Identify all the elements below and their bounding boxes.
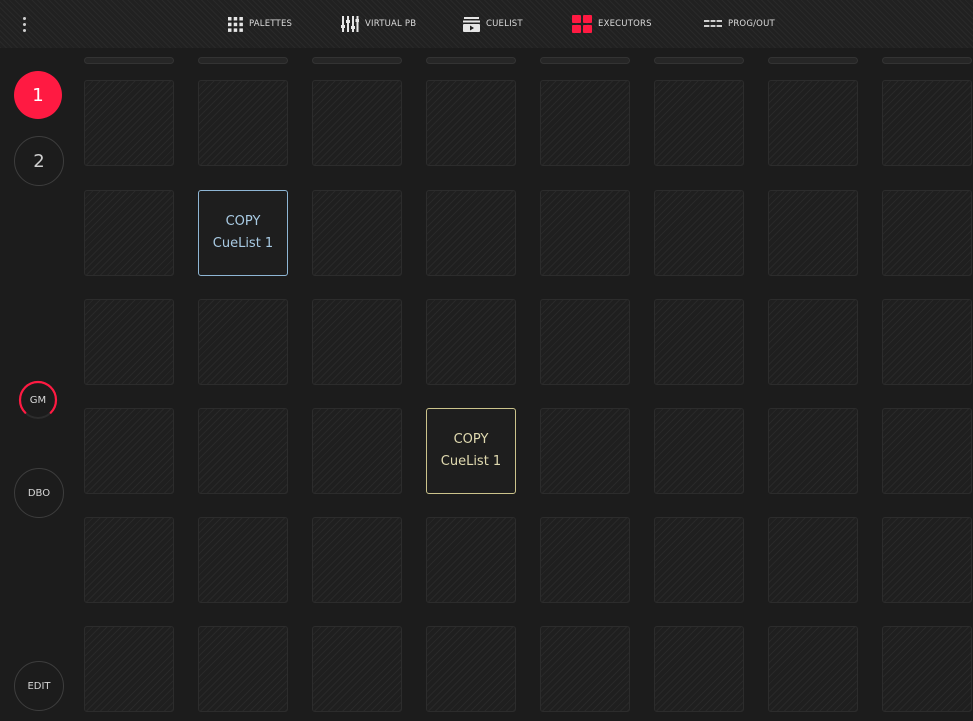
executor-button[interactable] — [198, 80, 288, 166]
page-1-label: 1 — [32, 84, 44, 106]
executor-button[interactable] — [882, 626, 972, 712]
tab-virtual-pb-label: VIRTUAL PB — [365, 19, 417, 29]
executor-button[interactable] — [426, 517, 516, 603]
executor-fader-strip[interactable] — [312, 57, 402, 64]
executor-button-assigned[interactable]: COPY CueList 1 — [198, 190, 288, 276]
executor-button[interactable] — [882, 190, 972, 276]
executor-button[interactable] — [540, 299, 630, 385]
executor-button[interactable] — [84, 408, 174, 494]
top-navigation-bar: PALETTES VIRTUAL PB CUELIST EXECUTORS PR… — [0, 0, 973, 48]
executor-button[interactable] — [84, 299, 174, 385]
executor-fader-strip[interactable] — [654, 57, 744, 64]
executor-button[interactable] — [426, 190, 516, 276]
executor-button[interactable] — [768, 408, 858, 494]
executor-button[interactable] — [312, 626, 402, 712]
executor-button-assigned[interactable]: COPY CueList 1 — [426, 408, 516, 494]
executor-button[interactable] — [768, 299, 858, 385]
executors-screen: PALETTES VIRTUAL PB CUELIST EXECUTORS PR… — [0, 0, 973, 721]
edit-label: EDIT — [27, 680, 51, 692]
page-2-button[interactable]: 2 — [14, 136, 64, 186]
executor-fader-strip[interactable] — [540, 57, 630, 64]
dbo-button[interactable]: DBO — [14, 468, 64, 518]
executor-label-line2: CueList 1 — [440, 454, 502, 469]
executor-button[interactable] — [654, 299, 744, 385]
gm-label: GM — [29, 394, 47, 406]
menu-button[interactable] — [0, 0, 48, 48]
executor-button[interactable] — [768, 517, 858, 603]
edit-button[interactable]: EDIT — [14, 661, 64, 711]
executor-label-line1: COPY — [453, 432, 489, 447]
executor-button[interactable] — [84, 626, 174, 712]
executor-button[interactable] — [426, 626, 516, 712]
sliders-icon — [341, 16, 359, 32]
page-2-label: 2 — [33, 150, 45, 172]
executor-button[interactable] — [882, 299, 972, 385]
executor-button[interactable] — [768, 80, 858, 166]
executor-button[interactable] — [312, 517, 402, 603]
executor-button[interactable] — [540, 517, 630, 603]
tab-cuelist-label: CUELIST — [486, 19, 523, 29]
executor-fader-strip[interactable] — [882, 57, 972, 64]
cuelist-icon — [463, 16, 480, 32]
executor-button[interactable] — [198, 299, 288, 385]
executor-label-line1: COPY — [225, 214, 261, 229]
executor-fader-strip[interactable] — [84, 57, 174, 64]
executor-button[interactable] — [768, 190, 858, 276]
executor-fader-strip[interactable] — [198, 57, 288, 64]
executor-button[interactable] — [198, 408, 288, 494]
tab-prog-out-label: PROG/OUT — [728, 19, 775, 29]
executor-button[interactable] — [540, 80, 630, 166]
executor-button[interactable] — [198, 517, 288, 603]
kebab-menu-icon — [22, 16, 26, 32]
executor-button[interactable] — [84, 517, 174, 603]
executor-button[interactable] — [426, 80, 516, 166]
grid-dots-icon — [228, 16, 243, 32]
executor-button[interactable] — [654, 190, 744, 276]
executor-button[interactable] — [654, 408, 744, 494]
tab-palettes-label: PALETTES — [249, 19, 293, 29]
executor-label-line2: CueList 1 — [212, 236, 274, 251]
executor-button[interactable] — [882, 80, 972, 166]
executor-button[interactable] — [312, 80, 402, 166]
executor-button[interactable] — [882, 517, 972, 603]
page-1-button[interactable]: 1 — [14, 71, 62, 119]
tab-prog-out[interactable]: PROG/OUT — [704, 12, 775, 36]
executor-button[interactable] — [312, 299, 402, 385]
grand-master-knob[interactable]: GM — [18, 380, 58, 420]
executor-button[interactable] — [768, 626, 858, 712]
executor-button[interactable] — [84, 80, 174, 166]
executor-button[interactable] — [654, 80, 744, 166]
executor-button[interactable] — [198, 626, 288, 712]
executors-icon — [572, 15, 592, 33]
tab-virtual-pb[interactable]: VIRTUAL PB — [341, 12, 416, 36]
tab-executors-label: EXECUTORS — [598, 19, 652, 29]
dbo-label: DBO — [27, 487, 51, 499]
tab-executors[interactable]: EXECUTORS — [572, 12, 652, 36]
prog-out-icon — [704, 19, 722, 29]
executor-button[interactable] — [84, 190, 174, 276]
executor-button[interactable] — [654, 626, 744, 712]
executor-button[interactable] — [312, 190, 402, 276]
executor-fader-strip[interactable] — [768, 57, 858, 64]
executor-button[interactable] — [654, 517, 744, 603]
executor-button[interactable] — [540, 408, 630, 494]
executor-button[interactable] — [540, 626, 630, 712]
executor-button[interactable] — [882, 408, 972, 494]
executor-button[interactable] — [426, 299, 516, 385]
tab-cuelist[interactable]: CUELIST — [463, 12, 523, 36]
executor-fader-strip[interactable] — [426, 57, 516, 64]
executor-button[interactable] — [540, 190, 630, 276]
tab-palettes[interactable]: PALETTES — [228, 12, 292, 36]
executor-button[interactable] — [312, 408, 402, 494]
